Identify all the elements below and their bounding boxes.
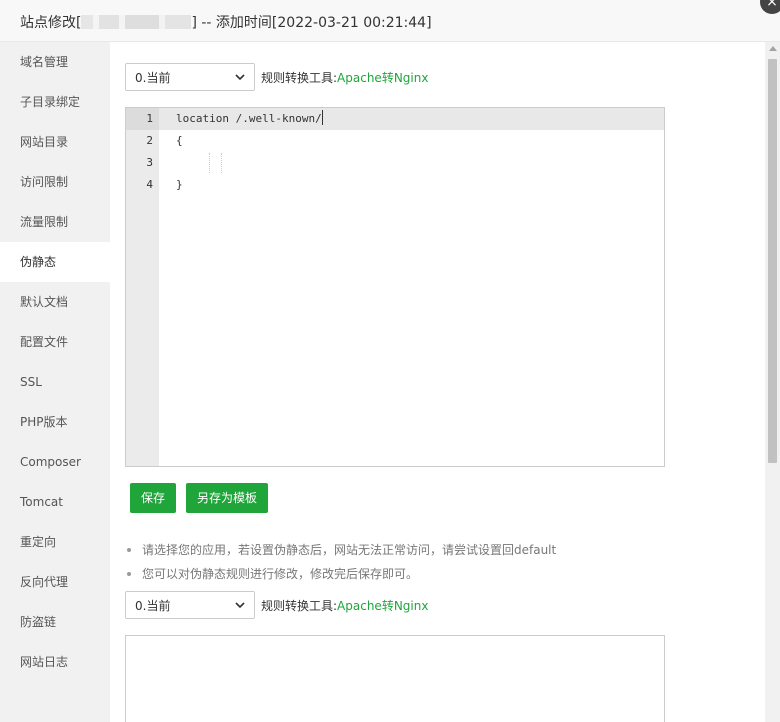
tip-item: 请选择您的应用，若设置伪静态后，网站无法正常访问，请尝试设置回default: [125, 540, 685, 564]
tip-item: 您可以对伪静态规则进行修改，修改完后保存即可。: [125, 564, 685, 588]
sidebar-item-site-logs[interactable]: 网站日志: [0, 642, 110, 682]
line-number: 3: [146, 156, 153, 169]
indent-guide: [209, 153, 210, 173]
chevron-down-icon: [235, 602, 245, 609]
line-number: 1: [126, 108, 159, 130]
code-line[interactable]: {: [159, 130, 664, 152]
tips-list: 请选择您的应用，若设置伪静态后，网站无法正常访问，请尝试设置回default 您…: [125, 540, 685, 588]
vertical-scrollbar[interactable]: [765, 42, 780, 722]
apache-to-nginx-link[interactable]: Apache转Nginx: [337, 69, 428, 86]
sidebar-item-rewrite[interactable]: 伪静态: [0, 242, 110, 282]
masked-site-name: [81, 15, 192, 29]
sidebar-item-ssl[interactable]: SSL: [0, 362, 110, 402]
line-number: 4: [146, 178, 153, 191]
sidebar-item-redirect[interactable]: 重定向: [0, 522, 110, 562]
apache-to-nginx-link[interactable]: Apache转Nginx: [337, 597, 428, 614]
select-value: 0.当前: [135, 70, 171, 85]
code-line-text: location /.well-known/: [176, 112, 322, 125]
code-line[interactable]: }: [159, 174, 664, 196]
rewrite-toolbar: 0.当前 规则转换工具: Apache转Nginx: [125, 63, 428, 91]
sidebar-item-php-version[interactable]: PHP版本: [0, 402, 110, 442]
text-cursor: [321, 110, 323, 125]
rewrite-toolbar-secondary: 0.当前 规则转换工具: Apache转Nginx: [125, 591, 428, 619]
sidebar-item-reverse-proxy[interactable]: 反向代理: [0, 562, 110, 602]
title-suffix: ] -- 添加时间[2022-03-21 00:21:44]: [191, 15, 432, 31]
code-line[interactable]: [159, 152, 664, 174]
dialog-title: 站点修改[ ] -- 添加时间[2022-03-21 00:21:44]: [20, 12, 432, 32]
indent-guide: [221, 153, 222, 173]
code-line[interactable]: location /.well-known/: [159, 108, 664, 130]
sidebar-item-traffic-limit[interactable]: 流量限制: [0, 202, 110, 242]
sidebar-item-tomcat[interactable]: Tomcat: [0, 482, 110, 522]
dialog-title-bar: 站点修改[ ] -- 添加时间[2022-03-21 00:21:44]: [0, 0, 780, 42]
save-as-template-button[interactable]: 另存为模板: [186, 483, 268, 513]
rewrite-template-select[interactable]: 0.当前: [125, 63, 255, 91]
chevron-down-icon: [235, 74, 245, 81]
rewrite-panel: 0.当前 规则转换工具: Apache转Nginx 1 2 3 4 locati…: [110, 42, 765, 722]
scrollbar-thumb[interactable]: [768, 59, 777, 463]
select-value: 0.当前: [135, 598, 171, 613]
title-prefix: 站点修改[: [20, 15, 82, 31]
sidebar-item-access-limit[interactable]: 访问限制: [0, 162, 110, 202]
rewrite-template-select-secondary[interactable]: 0.当前: [125, 591, 255, 619]
sidebar: 域名管理 子目录绑定 网站目录 访问限制 流量限制 伪静态 默认文档 配置文件 …: [0, 42, 110, 722]
site-edit-dialog: 站点修改[] -- 添加时间[2022-03-21 00:21:44] × 域名…: [0, 0, 780, 722]
sidebar-item-composer[interactable]: Composer: [0, 442, 110, 482]
sidebar-item-config-file[interactable]: 配置文件: [0, 322, 110, 362]
rewrite-code-editor[interactable]: 1 2 3 4 location /.well-known/ { }: [125, 107, 665, 467]
line-number: 2: [146, 134, 153, 147]
sidebar-item-site-directory[interactable]: 网站目录: [0, 122, 110, 162]
save-button[interactable]: 保存: [130, 483, 176, 513]
rewrite-code-editor-secondary[interactable]: [125, 635, 665, 722]
convert-tool-label: 规则转换工具:: [261, 598, 338, 613]
arrow-up-icon[interactable]: [769, 46, 777, 51]
sidebar-item-subdir-binding[interactable]: 子目录绑定: [0, 82, 110, 122]
sidebar-item-domain[interactable]: 域名管理: [0, 42, 110, 82]
sidebar-item-default-doc[interactable]: 默认文档: [0, 282, 110, 322]
convert-tool-label: 规则转换工具:: [261, 70, 338, 85]
sidebar-item-hotlink-protection[interactable]: 防盗链: [0, 602, 110, 642]
